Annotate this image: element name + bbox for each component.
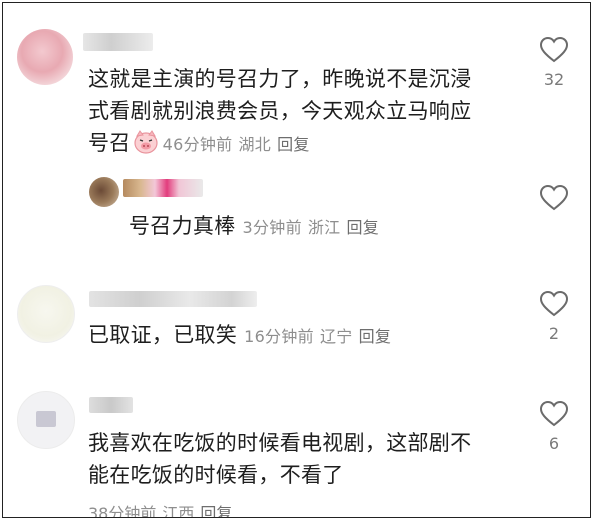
username[interactable]: [123, 179, 203, 197]
like-count: 6: [548, 434, 560, 453]
comment-list: 这就是主演的号召力了，昨晚说不是沉浸 式看剧就别浪费会员，今天观众立马响应 号召…: [2, 2, 591, 518]
like-button[interactable]: [537, 184, 571, 212]
comment-time: 16分钟前: [244, 327, 314, 346]
pig-face-emoji-icon: [133, 130, 159, 163]
heart-outline-icon: [539, 184, 569, 211]
reply-button[interactable]: 回复: [200, 504, 232, 517]
avatar[interactable]: [17, 391, 75, 449]
comment-text: 已取证，已取笑 16分钟前 辽宁 回复: [88, 319, 397, 353]
username[interactable]: [89, 397, 133, 413]
like-count: 32: [543, 70, 565, 89]
like-button[interactable]: 32: [537, 36, 571, 89]
comment-meta: 16分钟前 辽宁 回复: [244, 327, 397, 346]
reply-text-row: 号召力真棒 3分钟前 浙江 回复: [129, 210, 385, 244]
heart-outline-icon: [539, 400, 569, 427]
comment-time: 38分钟前: [88, 504, 157, 518]
comment-location: 湖北: [238, 135, 272, 154]
comment-text: 我喜欢在吃饭的时候看电视剧，这部剧不 能在吃饭的时候看，不看了: [88, 431, 472, 487]
reply-button[interactable]: 回复: [359, 327, 392, 346]
comment-location: 辽宁: [319, 327, 353, 346]
like-count: 2: [548, 324, 560, 343]
reply-button[interactable]: 回复: [346, 218, 379, 237]
avatar[interactable]: [17, 285, 75, 343]
reply-location: 浙江: [307, 218, 341, 237]
comment-time: 46分钟前: [162, 135, 233, 154]
reply-text: 号召力真棒: [129, 214, 236, 238]
comment-meta: 46分钟前 湖北 回复: [163, 135, 316, 154]
username[interactable]: [83, 33, 153, 51]
username[interactable]: [89, 291, 257, 307]
avatar[interactable]: [17, 29, 73, 85]
like-button[interactable]: 2: [537, 290, 571, 343]
reply-meta: 3分钟前 浙江 回复: [242, 218, 385, 237]
comment-location: 江西: [162, 504, 195, 518]
reply-time: 3分钟前: [242, 218, 302, 237]
comment-meta: 38分钟前 江西 回复: [88, 500, 238, 518]
heart-outline-icon: [539, 290, 569, 317]
like-button[interactable]: 6: [537, 400, 571, 453]
heart-outline-icon: [539, 36, 569, 63]
avatar[interactable]: [89, 177, 119, 207]
comment-text: 这就是主演的号召力了，昨晚说不是沉浸 式看剧就别浪费会员，今天观众立马响应 号召…: [88, 63, 528, 163]
reply-button[interactable]: 回复: [277, 135, 310, 154]
